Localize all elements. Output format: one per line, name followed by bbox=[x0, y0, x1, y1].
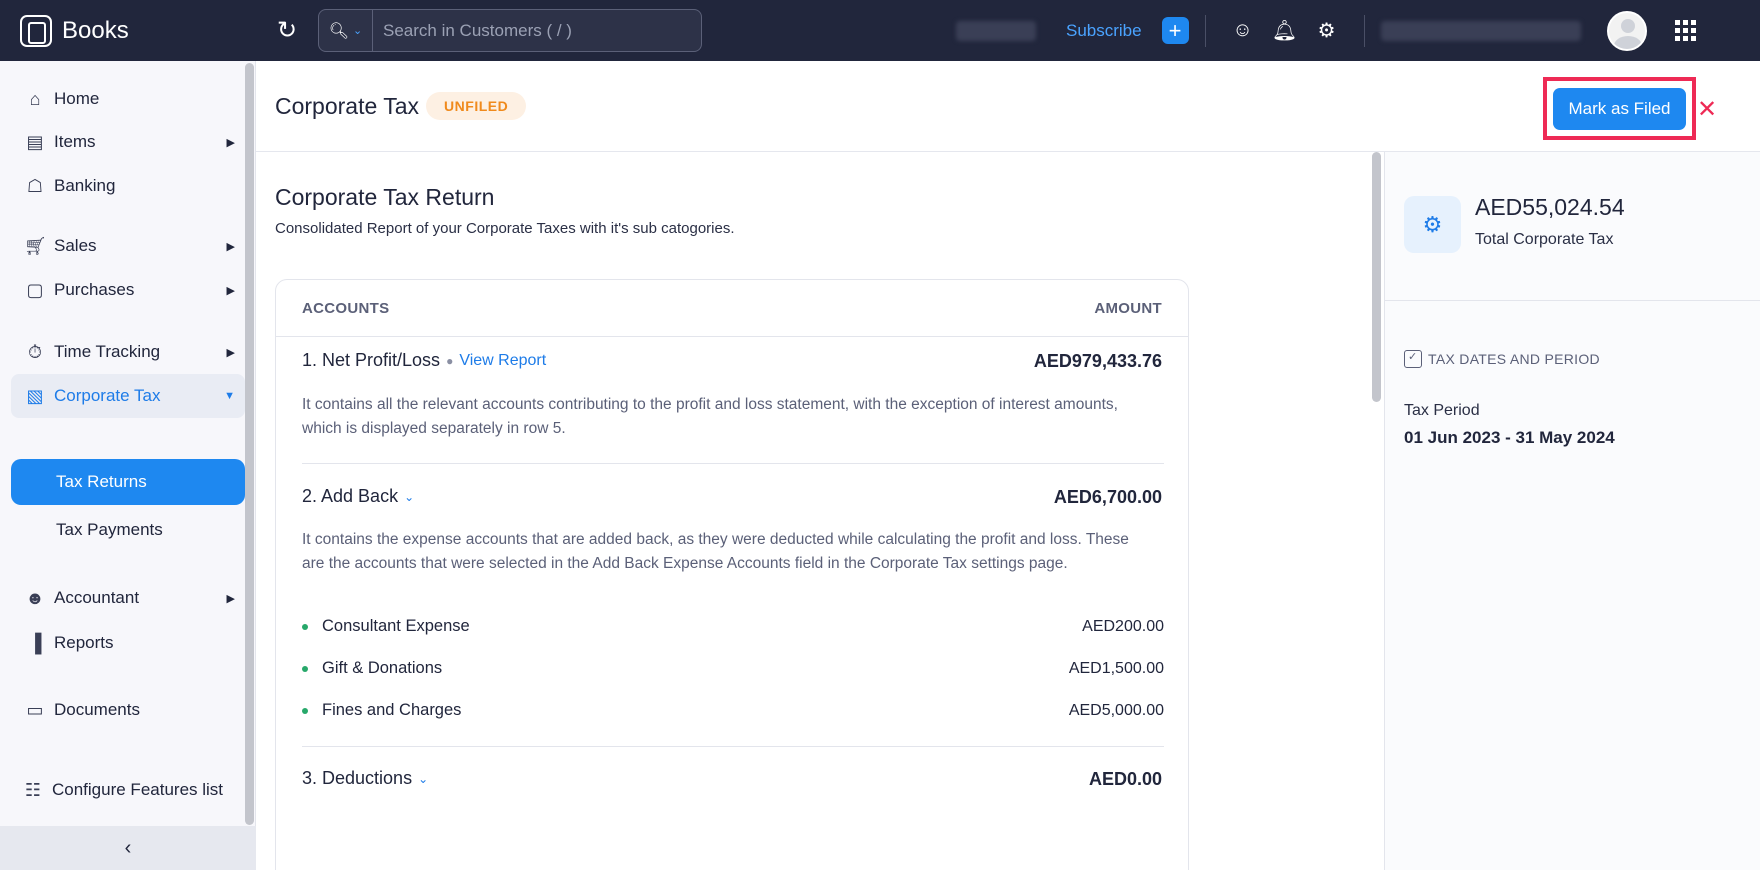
sidebar-item-home[interactable]: ⌂ Home bbox=[11, 77, 245, 121]
bullet-dot bbox=[302, 665, 308, 672]
summary-panel: ⚙︎ AED55,024.54 Total Corporate Tax TAX … bbox=[1384, 152, 1760, 870]
total-corporate-tax-label: Total Corporate Tax bbox=[1475, 231, 1614, 248]
list-item: Consultant Expense AED200.00 bbox=[302, 617, 1164, 636]
divider bbox=[1363, 14, 1365, 47]
page-title: Corporate Tax bbox=[275, 92, 420, 119]
org-name-blurred bbox=[956, 20, 1036, 41]
app-grid-icon[interactable] bbox=[1674, 20, 1696, 41]
calendar-check-icon bbox=[1404, 350, 1422, 368]
stopwatch-icon: ⏱︎ bbox=[27, 341, 43, 362]
tax-period-label: Tax Period bbox=[1404, 402, 1480, 419]
list-item: Gift & Donations AED1,500.00 bbox=[302, 659, 1164, 678]
brand[interactable]: Books bbox=[0, 14, 256, 47]
accountant-icon: ☻ bbox=[25, 587, 45, 608]
books-logo-icon bbox=[20, 14, 52, 47]
sidebar-subitem-tax-returns[interactable]: Tax Returns bbox=[11, 459, 245, 505]
divider bbox=[1385, 300, 1760, 301]
list-item: Fines and Charges AED5,000.00 bbox=[302, 701, 1164, 720]
row-title-net-profit: 1. Net Profit/Loss ● View Report bbox=[302, 350, 547, 370]
sidebar-item-documents[interactable]: ▭ Documents bbox=[11, 688, 245, 732]
chevron-down-icon[interactable]: ⌄ bbox=[418, 772, 428, 786]
brand-name: Books bbox=[62, 16, 129, 44]
top-bar: Books ↻ 🔍︎ ⌄ Subscribe + ☺ 🔔︎ ⚙ bbox=[0, 0, 1760, 61]
separator-dot: ● bbox=[446, 353, 454, 368]
avatar[interactable] bbox=[1606, 10, 1647, 51]
cart-icon: 🛒︎ bbox=[24, 235, 47, 256]
tax-icon: ▧ bbox=[26, 385, 44, 406]
sidebar-item-reports[interactable]: ▐ Reports bbox=[11, 621, 245, 665]
collapse-arrow-icon: ▼ bbox=[224, 390, 235, 402]
gear-icon[interactable]: ⚙ bbox=[1313, 17, 1341, 45]
column-header-amount: AMOUNT bbox=[1094, 299, 1162, 317]
mark-as-filed-highlight: Mark as Filed bbox=[1543, 77, 1696, 140]
sidebar-item-items[interactable]: ▤ Items ▶ bbox=[11, 120, 245, 164]
status-badge: UNFILED bbox=[426, 92, 527, 120]
expand-arrow-icon: ▶ bbox=[226, 284, 235, 297]
search-icon: 🔍︎ bbox=[328, 22, 350, 40]
search-input[interactable] bbox=[373, 20, 701, 41]
bar-chart-icon: ▐ bbox=[28, 632, 42, 653]
search-bar: 🔍︎ ⌄ bbox=[318, 9, 702, 52]
expand-arrow-icon: ▶ bbox=[226, 346, 235, 359]
subscribe-link[interactable]: Subscribe bbox=[1066, 21, 1142, 41]
total-corporate-tax-amount: AED55,024.54 bbox=[1475, 194, 1625, 220]
chevron-down-icon: ⌄ bbox=[353, 25, 363, 37]
users-icon[interactable]: ☺ bbox=[1229, 17, 1257, 45]
row-amount-net-profit: AED979,433.76 bbox=[1033, 351, 1162, 371]
divider bbox=[302, 463, 1164, 464]
mark-as-filed-button[interactable]: Mark as Filed bbox=[1553, 87, 1686, 130]
bell-icon[interactable]: 🔔︎ bbox=[1271, 17, 1299, 45]
main-content: Corporate Tax Return Consolidated Report… bbox=[256, 152, 1384, 870]
sidebar-item-corporate-tax[interactable]: ▧ Corporate Tax ▼ bbox=[11, 374, 245, 418]
page-header: Corporate Tax UNFILED bbox=[256, 61, 1760, 152]
collapse-sidebar-button[interactable]: ‹ bbox=[0, 826, 256, 870]
divider bbox=[1204, 14, 1206, 47]
table-header: ACCOUNTS AMOUNT bbox=[276, 280, 1188, 337]
search-scope-selector[interactable]: 🔍︎ ⌄ bbox=[319, 10, 373, 51]
bank-icon: ☖ bbox=[26, 175, 44, 196]
home-icon: ⌂ bbox=[29, 88, 41, 109]
section-title: Corporate Tax Return bbox=[275, 184, 495, 210]
section-subtitle: Consolidated Report of your Corporate Ta… bbox=[275, 220, 735, 237]
row-description-net-profit: It contains all the relevant accounts co… bbox=[302, 396, 1118, 437]
quick-create-button[interactable]: + bbox=[1161, 17, 1189, 44]
divider bbox=[302, 746, 1164, 747]
sidebar-item-accountant[interactable]: ☻ Accountant ▶ bbox=[11, 576, 245, 620]
close-icon[interactable]: ✕ bbox=[1697, 95, 1717, 124]
row-amount-add-back: AED6,700.00 bbox=[1053, 487, 1162, 507]
sidebar: ⌂ Home ▤ Items ▶ ☖ Banking 🛒︎ Sales ▶ ▢ … bbox=[0, 61, 256, 870]
sidebar-item-time-tracking[interactable]: ⏱︎ Time Tracking ▶ bbox=[11, 330, 245, 374]
org-switcher-blurred[interactable] bbox=[1380, 20, 1581, 41]
row-title-add-back[interactable]: 2. Add Back ⌄ bbox=[302, 486, 414, 507]
tax-dates-heading: TAX DATES AND PERIOD bbox=[1404, 350, 1600, 368]
sidebar-item-banking[interactable]: ☖ Banking bbox=[11, 164, 245, 208]
basket-icon: ▤ bbox=[26, 131, 44, 152]
expand-arrow-icon: ▶ bbox=[226, 136, 235, 149]
expand-arrow-icon: ▶ bbox=[226, 592, 235, 605]
chevron-left-icon: ‹ bbox=[124, 836, 132, 859]
row-title-deductions[interactable]: 3. Deductions ⌄ bbox=[302, 768, 428, 789]
column-header-accounts: ACCOUNTS bbox=[302, 299, 390, 317]
sidebar-item-sales[interactable]: 🛒︎ Sales ▶ bbox=[11, 224, 245, 268]
expand-arrow-icon: ▶ bbox=[226, 240, 235, 253]
sidebar-scrollbar[interactable] bbox=[245, 63, 254, 825]
main-scrollbar[interactable] bbox=[1372, 152, 1381, 402]
tax-period-value: 01 Jun 2023 - 31 May 2024 bbox=[1404, 428, 1615, 447]
bullet-dot bbox=[302, 707, 308, 714]
sidebar-item-purchases[interactable]: ▢ Purchases ▶ bbox=[11, 268, 245, 312]
folder-icon: ▭ bbox=[26, 699, 44, 720]
bag-icon: ▢ bbox=[26, 279, 44, 300]
bullet-dot bbox=[302, 623, 308, 630]
tax-return-card: ACCOUNTS AMOUNT 1. Net Profit/Loss ● Vie… bbox=[275, 279, 1189, 870]
recent-activity-icon[interactable]: ↻ bbox=[272, 16, 302, 46]
sidebar-subitem-tax-payments[interactable]: Tax Payments bbox=[11, 507, 245, 553]
chevron-down-icon[interactable]: ⌄ bbox=[404, 490, 414, 504]
toggle-icon: ☷ bbox=[24, 779, 42, 800]
row-description-add-back: It contains the expense accounts that ar… bbox=[302, 531, 1129, 572]
view-report-link[interactable]: View Report bbox=[459, 352, 546, 370]
sidebar-item-configure-features[interactable]: ☷ Configure Features list bbox=[11, 768, 245, 812]
tax-percent-icon: ⚙︎ bbox=[1404, 196, 1461, 253]
row-amount-deductions: AED0.00 bbox=[1088, 769, 1162, 789]
